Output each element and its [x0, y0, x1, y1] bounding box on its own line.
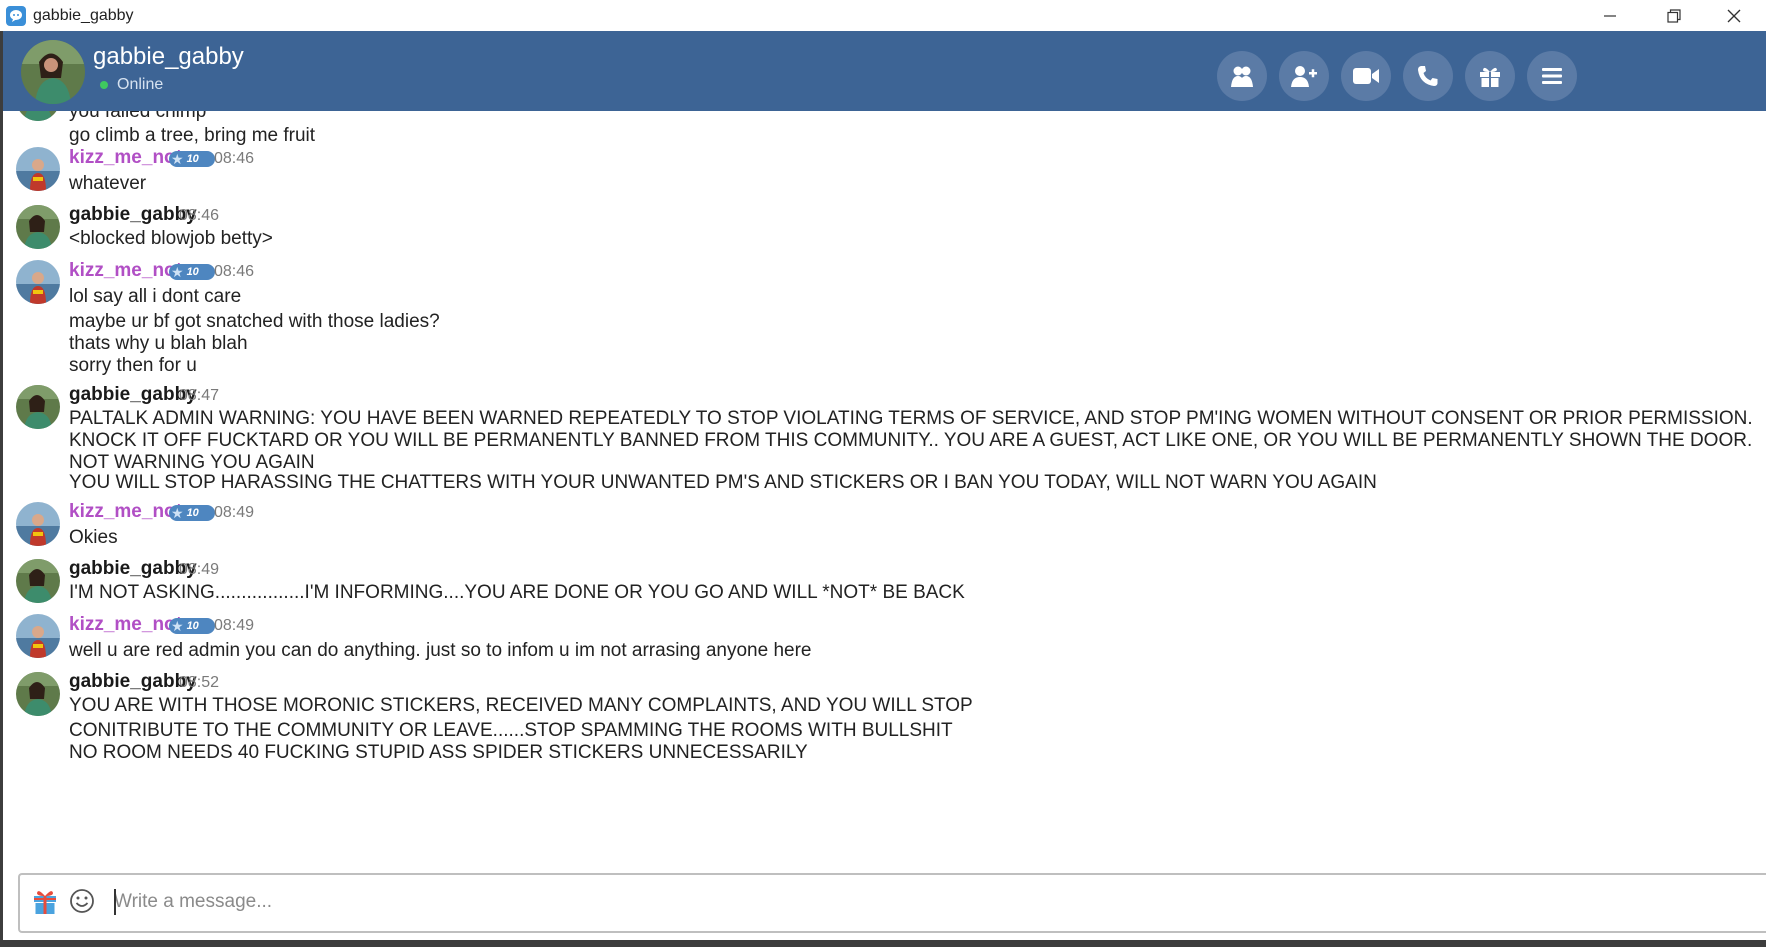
message-text: CONITRIBUTE TO THE COMMUNITY OR LEAVE...… [69, 720, 953, 741]
gift-icon[interactable] [32, 887, 58, 920]
user-avatar[interactable] [16, 559, 60, 603]
message-time: 08:46 [214, 150, 255, 167]
level-badge: ★ 10 [169, 505, 215, 521]
message-text: lol say all i dont care [69, 286, 242, 307]
user-avatar[interactable] [16, 385, 60, 429]
window-titlebar: gabbie_gabby [0, 0, 1766, 31]
message-text: Okies [69, 527, 118, 548]
level-badge: ★ 10 [169, 264, 215, 280]
message-time: 08:49 [214, 504, 255, 521]
message-text: sorry then for u [69, 355, 197, 376]
star-icon: ★ [171, 264, 184, 280]
gift-icon [1480, 67, 1500, 87]
video-icon [1353, 68, 1379, 84]
message-text: thats why u blah blah [69, 333, 248, 354]
user-avatar[interactable] [16, 147, 60, 191]
menu-icon [1542, 68, 1562, 84]
star-icon: ★ [171, 618, 184, 634]
level-badge: ★ 10 [169, 618, 215, 634]
message-text: well u are red admin you can do anything… [69, 640, 812, 661]
online-status-dot [100, 81, 108, 89]
contact-status: Online [117, 76, 164, 93]
message-text: <blocked blowjob betty> [69, 228, 273, 249]
menu-button[interactable] [1527, 51, 1577, 101]
minimize-icon [1604, 14, 1616, 17]
phone-icon [1418, 66, 1438, 86]
video-call-button[interactable] [1341, 51, 1391, 101]
add-user-icon [1291, 66, 1317, 87]
group-button[interactable] [1217, 51, 1267, 101]
message-time: 08:47 [179, 387, 220, 404]
sender-name[interactable]: kizz_me_not [69, 260, 182, 282]
window-title: gabbie_gabby [33, 6, 134, 24]
message-time: 08:52 [179, 674, 220, 691]
message-text: whatever [69, 173, 147, 194]
message-text: PALTALK ADMIN WARNING: YOU HAVE BEEN WAR… [69, 408, 1753, 473]
chat-history[interactable]: you failed chimp go climb a tree, bring … [3, 111, 1766, 873]
app-logo-icon [6, 5, 26, 26]
restore-button[interactable] [1642, 0, 1706, 31]
sender-name[interactable]: gabbie_gabby [69, 384, 197, 406]
user-avatar[interactable] [16, 614, 60, 658]
sender-name[interactable]: gabbie_gabby [69, 558, 197, 580]
user-avatar[interactable] [16, 502, 60, 546]
star-icon: ★ [171, 505, 184, 521]
message-text: YOU ARE WITH THOSE MORONIC STICKERS, REC… [69, 695, 973, 716]
message-time: 08:46 [214, 263, 255, 280]
window-bottom-border [0, 940, 1766, 947]
contact-avatar[interactable] [21, 40, 85, 104]
message-composer [18, 873, 1766, 933]
message-input[interactable] [114, 877, 1714, 927]
user-avatar[interactable] [16, 205, 60, 249]
message-text: maybe ur bf got snatched with those ladi… [69, 311, 440, 332]
message-text: YOU WILL STOP HARASSING THE CHATTERS WIT… [69, 472, 1377, 493]
sender-name[interactable]: kizz_me_not [69, 501, 182, 523]
conversation-header: gabbie_gabby Online [3, 31, 1766, 111]
user-avatar[interactable] [16, 111, 60, 121]
close-button[interactable] [1702, 0, 1766, 31]
gift-button[interactable] [1465, 51, 1515, 101]
message-time: 08:46 [179, 207, 220, 224]
message-text: NO ROOM NEEDS 40 FUCKING STUPID ASS SPID… [69, 742, 808, 763]
text-caret [114, 889, 116, 915]
group-icon [1231, 66, 1253, 87]
message-text: go climb a tree, bring me fruit [69, 125, 316, 146]
sender-name[interactable]: gabbie_gabby [69, 671, 197, 693]
level-badge: ★ 10 [169, 151, 215, 167]
message-time: 08:49 [179, 561, 220, 578]
sender-name[interactable]: kizz_me_not [69, 147, 182, 169]
restore-icon [1667, 8, 1681, 23]
add-contact-button[interactable] [1279, 51, 1329, 101]
close-icon [1727, 9, 1741, 22]
message-text: you failed chimp [69, 111, 207, 122]
user-avatar[interactable] [16, 260, 60, 304]
message-time: 08:49 [214, 617, 255, 634]
sender-name[interactable]: kizz_me_not [69, 614, 182, 636]
emoji-icon[interactable] [68, 887, 96, 920]
voice-call-button[interactable] [1403, 51, 1453, 101]
star-icon: ★ [171, 151, 184, 167]
message-text: I'M NOT ASKING.................I'M INFOR… [69, 582, 965, 603]
sender-name[interactable]: gabbie_gabby [69, 204, 197, 226]
contact-name: gabbie_gabby [93, 43, 244, 70]
minimize-button[interactable] [1578, 0, 1642, 31]
user-avatar[interactable] [16, 672, 60, 716]
